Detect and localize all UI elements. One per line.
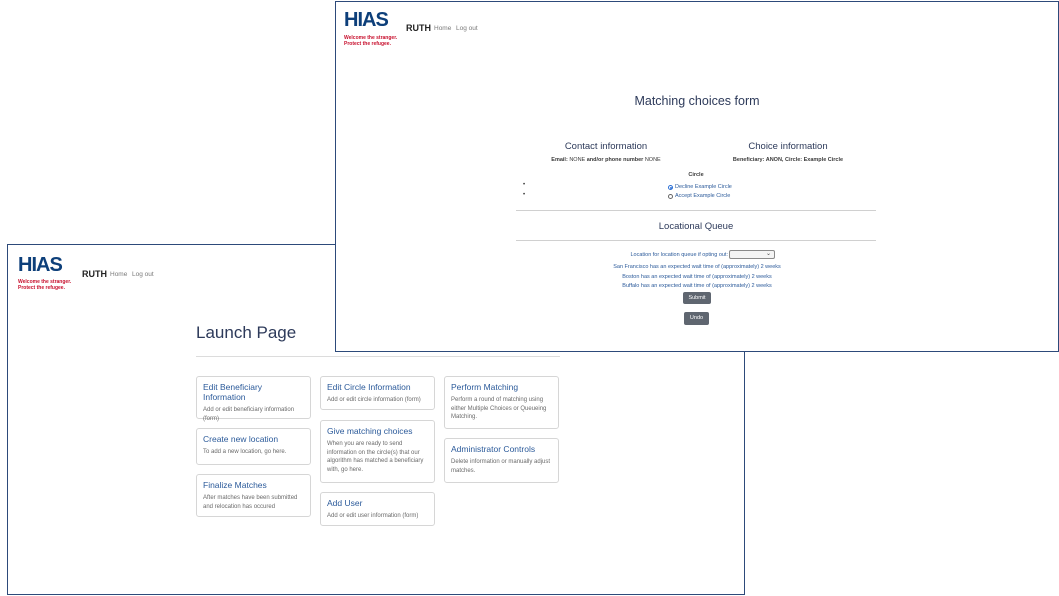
card-title: Finalize Matches [203, 480, 267, 490]
phone-label: and/or phone number [586, 157, 644, 163]
submit-button[interactable]: Submit [683, 292, 711, 304]
email-value: NONE [569, 157, 586, 163]
card-title: Edit Circle Information [327, 382, 411, 392]
contact-heading: Contact information [564, 141, 648, 152]
contact-line: Email: NONE and/or phone number NONE [496, 157, 716, 163]
wait-time-buffalo: Buffalo has an expected wait time of (ap… [622, 283, 772, 289]
navbar: HIAS Welcome the stranger. Protect the r… [336, 2, 1058, 62]
card-edit-circle[interactable]: Edit Circle Information Add or edit circ… [320, 376, 435, 410]
phone-value: NONE [644, 157, 661, 163]
card-title: Add User [327, 498, 363, 508]
hias-logo[interactable]: HIAS Welcome the stranger. Protect the r… [14, 253, 84, 297]
nav-logout-link[interactable]: Log out [456, 25, 478, 32]
option-label: Accept Example Circle [675, 193, 731, 199]
nav-home-link[interactable]: Home [434, 25, 451, 32]
card-text: Add or edit circle information (form) [327, 397, 421, 403]
logo-tagline-2: Protect the refugee. [344, 41, 391, 47]
nav-logout-link[interactable]: Log out [132, 271, 154, 278]
logo-tagline-2: Protect the refugee. [18, 285, 65, 291]
card-perform-matching[interactable]: Perform Matching Perform a round of matc… [444, 376, 559, 429]
circle-label: Circle [688, 172, 704, 178]
card-text: Perform a round of matching using either… [451, 397, 547, 420]
undo-button[interactable]: Undo [684, 312, 709, 325]
card-title: Perform Matching [451, 382, 519, 392]
matching-form-window: HIAS Welcome the stranger. Protect the r… [335, 1, 1059, 352]
app-name[interactable]: RUTH [406, 23, 431, 33]
divider [516, 210, 876, 211]
card-title: Administrator Controls [451, 444, 536, 454]
card-text: Add or edit user information (form) [327, 513, 419, 519]
card-finalize-matches[interactable]: Finalize Matches After matches have been… [196, 474, 311, 517]
card-create-location[interactable]: Create new location To add a new locatio… [196, 428, 311, 465]
card-text: To add a new location, go here. [203, 449, 287, 455]
email-label: Email: [551, 157, 568, 163]
card-text: After matches have been submitted and re… [203, 495, 298, 510]
bullet: • [523, 192, 526, 198]
radio-accept[interactable] [668, 193, 673, 199]
logo-wordmark: HIAS [18, 254, 63, 276]
hias-logo[interactable]: HIAS Welcome the stranger. Protect the r… [340, 8, 406, 52]
option-decline[interactable]: Decline Example Circle [668, 184, 732, 190]
choice-line: Beneficiary: ANON, Circle: Example Circl… [688, 157, 888, 163]
card-title: Give matching choices [327, 426, 413, 436]
card-title: Edit Beneficiary Information [203, 382, 263, 402]
option-label: Decline Example Circle [675, 184, 732, 190]
choice-detail: Beneficiary: ANON, Circle: Example Circl… [732, 157, 844, 163]
card-text: Add or edit beneficiary information (for… [203, 407, 295, 422]
wait-time-boston: Boston has an expected wait time of (app… [622, 274, 772, 280]
queue-heading: Locational Queue [658, 221, 734, 232]
nav-home-link[interactable]: Home [110, 271, 127, 278]
card-administrator-controls[interactable]: Administrator Controls Delete informatio… [444, 438, 559, 483]
queue-prompt: Location for location queue if opting ou… [630, 252, 728, 258]
form-title: Matching choices form [634, 94, 760, 108]
card-text: When you are ready to send information o… [327, 441, 424, 473]
radio-decline[interactable] [668, 184, 673, 190]
card-text: Delete information or manually adjust ma… [451, 459, 551, 474]
app-name[interactable]: RUTH [82, 269, 107, 279]
option-accept[interactable]: Accept Example Circle [668, 193, 730, 199]
choice-heading: Choice information [748, 141, 828, 152]
divider [196, 356, 560, 357]
chevron-down-icon: ⌄ [765, 251, 771, 257]
wait-time-sf: San Francisco has an expected wait time … [613, 264, 781, 270]
page-title: Launch Page [196, 323, 297, 342]
logo-wordmark: HIAS [344, 9, 389, 31]
card-add-user[interactable]: Add User Add or edit user information (f… [320, 492, 435, 526]
divider [516, 240, 876, 241]
location-select[interactable]: ⌄ [729, 250, 775, 259]
card-give-matching-choices[interactable]: Give matching choices When you are ready… [320, 420, 435, 483]
card-edit-beneficiary[interactable]: Edit Beneficiary Information Add or edit… [196, 376, 311, 422]
bullet: • [523, 182, 526, 188]
card-title: Create new location [203, 434, 279, 444]
